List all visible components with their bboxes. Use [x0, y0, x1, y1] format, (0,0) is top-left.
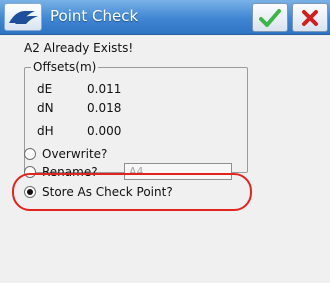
dialog-body: A2 Already Exists! Offsets(m) dE 0.011 d…: [0, 35, 330, 283]
offset-label: dN: [37, 101, 54, 115]
offset-value: 0.018: [87, 101, 122, 115]
trimble-logo-icon: [4, 3, 42, 31]
title-bar: Point Check: [0, 0, 330, 35]
checkmark-icon: [259, 8, 281, 27]
offset-label: dH: [37, 124, 54, 138]
close-button[interactable]: [292, 3, 328, 32]
offset-label: dE: [37, 82, 53, 96]
ok-button[interactable]: [252, 3, 288, 32]
overwrite-radio[interactable]: [24, 148, 36, 160]
overwrite-option[interactable]: Overwrite?: [24, 147, 107, 161]
close-icon: [302, 9, 318, 26]
overwrite-label: Overwrite?: [42, 147, 108, 161]
highlight-ellipse: [12, 173, 252, 211]
offsets-title: Offsets(m): [31, 60, 99, 74]
offset-value: 0.011: [87, 82, 122, 96]
exists-message: A2 Already Exists!: [24, 41, 134, 55]
offset-value: 0.000: [87, 124, 122, 138]
window-title: Point Check: [50, 7, 139, 25]
